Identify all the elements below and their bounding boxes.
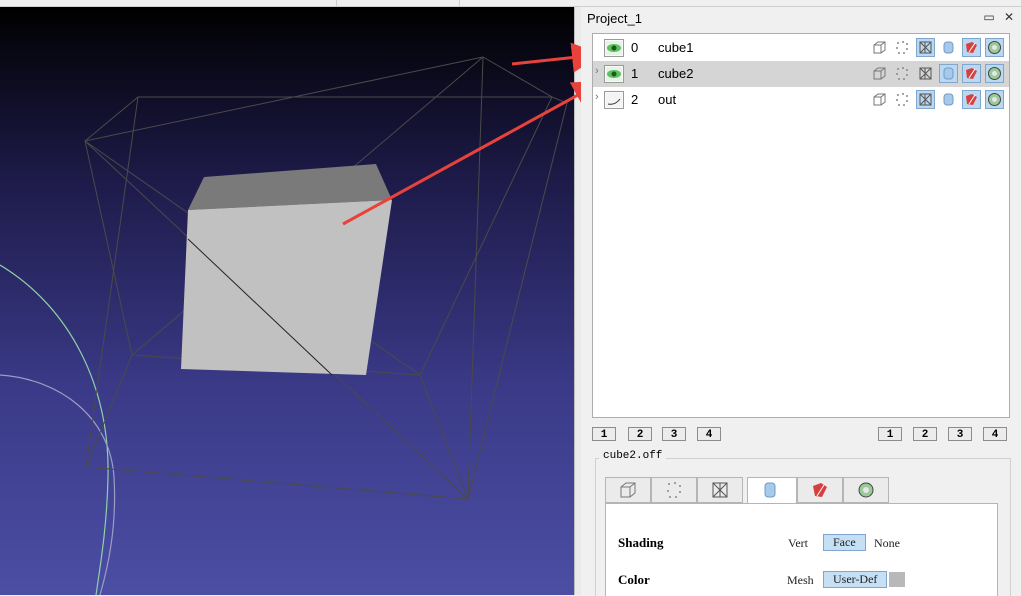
cylinder-icon[interactable] xyxy=(939,64,958,83)
tab-panel: Shading Vert Face None Color Mesh User-D… xyxy=(605,503,998,596)
texture-icon[interactable] xyxy=(985,90,1004,109)
layer-name[interactable]: cube1 xyxy=(658,40,693,55)
layer-list[interactable]: 0 cube1 › 1 cube2 › 2 out xyxy=(592,33,1010,418)
cylinder-icon[interactable] xyxy=(939,38,958,57)
layer-id: 2 xyxy=(631,92,639,107)
restore-icon[interactable]: ▭ xyxy=(981,9,997,25)
number-button[interactable]: 1 xyxy=(878,427,902,441)
wireframe-icon[interactable] xyxy=(916,90,935,109)
number-button[interactable]: 3 xyxy=(662,427,686,441)
tab-solid[interactable] xyxy=(747,477,797,504)
eye-icon[interactable] xyxy=(604,65,624,83)
points-icon[interactable] xyxy=(893,90,912,109)
number-button[interactable]: 4 xyxy=(983,427,1007,441)
wireframe-icon[interactable] xyxy=(916,64,935,83)
color-label: Color xyxy=(618,572,650,587)
shading-option-face[interactable]: Face xyxy=(823,534,866,551)
points-icon[interactable] xyxy=(893,38,912,57)
color-option-user-def[interactable]: User-Def xyxy=(823,571,888,588)
curve-thumb-icon[interactable] xyxy=(604,91,624,109)
close-icon[interactable]: ✕ xyxy=(1001,9,1017,25)
layer-id: 1 xyxy=(631,66,639,81)
shading-label: Shading xyxy=(618,535,664,550)
shading-option-none[interactable]: None xyxy=(874,536,900,551)
number-button[interactable]: 1 xyxy=(592,427,616,441)
tab-points[interactable] xyxy=(651,477,697,503)
points-icon[interactable] xyxy=(893,64,912,83)
cylinder-icon[interactable] xyxy=(939,90,958,109)
number-button[interactable]: 2 xyxy=(913,427,937,441)
box-icon[interactable] xyxy=(870,64,889,83)
tab-wireframe[interactable] xyxy=(697,477,743,503)
box-icon[interactable] xyxy=(870,90,889,109)
number-button[interactable]: 2 xyxy=(628,427,652,441)
red-shape-icon[interactable] xyxy=(962,38,981,57)
number-button[interactable]: 3 xyxy=(948,427,972,441)
number-button[interactable]: 4 xyxy=(697,427,721,441)
layer-row[interactable]: › 1 cube2 xyxy=(593,61,1009,87)
layer-row[interactable]: 0 cube1 xyxy=(593,35,1009,61)
color-option-mesh[interactable]: Mesh xyxy=(787,573,814,588)
texture-icon[interactable] xyxy=(985,38,1004,57)
panel-title: Project_1 xyxy=(587,11,642,26)
shading-option-vert[interactable]: Vert xyxy=(788,536,808,551)
tab-red-shape[interactable] xyxy=(797,477,843,503)
color-swatch[interactable] xyxy=(889,572,905,587)
eye-icon[interactable] xyxy=(604,39,624,57)
layer-name[interactable]: out xyxy=(658,92,676,107)
tab-texture[interactable] xyxy=(843,477,889,503)
tab-box[interactable] xyxy=(605,477,651,503)
texture-icon[interactable] xyxy=(985,64,1004,83)
annotation-arrow xyxy=(342,81,604,226)
wireframe-icon[interactable] xyxy=(916,38,935,57)
red-shape-icon[interactable] xyxy=(962,90,981,109)
layer-dialog: Project_1 ▭ ✕ 0 cube1 › 1 cube2 › 2 out … xyxy=(581,7,1021,596)
layer-id: 0 xyxy=(631,40,639,55)
red-shape-icon[interactable] xyxy=(962,64,981,83)
file-label: cube2.off xyxy=(599,450,667,462)
box-icon[interactable] xyxy=(870,38,889,57)
layer-row[interactable]: › 2 out xyxy=(593,87,1009,113)
layer-name[interactable]: cube2 xyxy=(658,66,693,81)
